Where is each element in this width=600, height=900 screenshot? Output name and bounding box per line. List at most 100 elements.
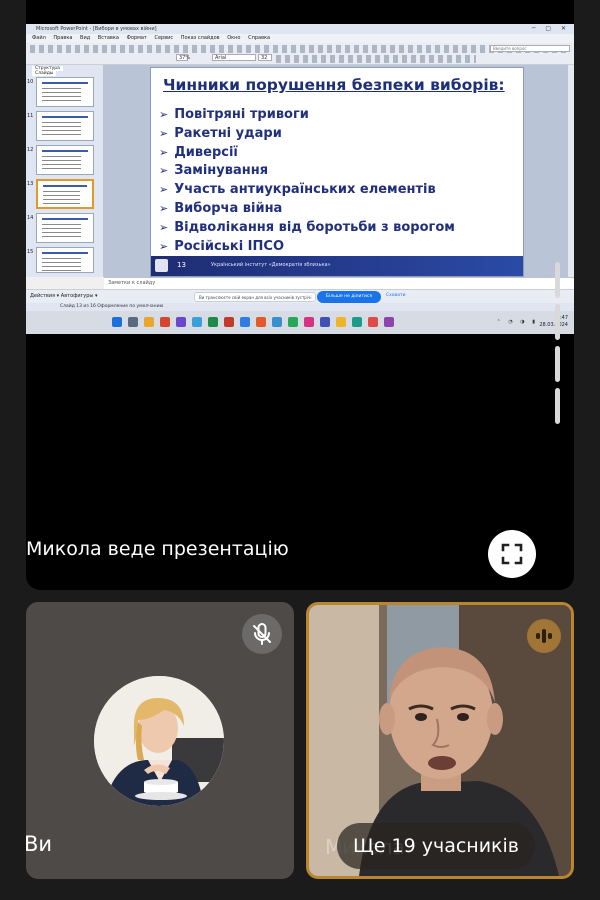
thumb-number: 10: [27, 79, 34, 85]
powerpoint-icon: [256, 317, 266, 327]
slide-thumbnail: [36, 213, 94, 243]
bullet-text: Повітряні тривоги: [174, 107, 309, 122]
menu-item: Справка: [248, 35, 271, 41]
slide-editing-area: Чинники порушення безпеки виборів: ➢ Пові…: [104, 65, 574, 277]
menu-item: Формат: [126, 35, 147, 41]
arrow-bullet-icon: ➢: [159, 126, 169, 140]
app-icon: [224, 317, 234, 327]
slide-thumbnail: [36, 145, 94, 175]
slide-thumbnail: [36, 77, 94, 107]
browser-icon: [160, 317, 170, 327]
app-icon: [272, 317, 282, 327]
bullet-item: ➢ Повітряні тривоги: [159, 106, 455, 125]
institute-logo-icon: [155, 259, 168, 272]
app-icon: [352, 317, 362, 327]
toolbar-format-icons: [276, 55, 476, 63]
drawing-actions: Действия ▾ Автофигуры ▾: [30, 293, 98, 299]
self-video-tile[interactable]: [26, 602, 294, 879]
clock-time: 9:47: [556, 315, 568, 321]
zoom-field: 37%: [176, 54, 190, 61]
ppt-title-bar: Microsoft PowerPoint - [Вибори в умовах …: [26, 24, 574, 34]
app-icon: [368, 317, 378, 327]
bullet-item: ➢ Диверсії: [159, 144, 455, 163]
notes-pane: Заметки к слайду: [104, 277, 574, 289]
fullscreen-icon: [501, 543, 523, 565]
more-participants-button[interactable]: Ще 19 учасників: [337, 823, 536, 869]
ppt-window-title: Microsoft PowerPoint - [Вибори в умовах …: [36, 26, 157, 32]
slide-bullet-list: ➢ Повітряні тривоги ➢ Ракетні удари ➢ Дивер…: [159, 106, 455, 256]
speaking-indicator: [527, 619, 561, 653]
bullet-text: Участь антиукраїнських елементів: [174, 182, 436, 198]
arrow-bullet-icon: ➢: [159, 108, 169, 121]
share-notice: Ви транслюєте свій екран для всіх учасни…: [194, 292, 317, 302]
bullet-text: Російські ІПСО: [174, 238, 284, 254]
explorer-icon: [144, 317, 154, 327]
bullet-text: Ракетні удари: [174, 125, 282, 141]
meet-scroll-indicator: [555, 262, 560, 430]
app-icon: [320, 317, 330, 327]
footer-caption: Український інститут «Демократія зблизьк…: [211, 262, 331, 268]
shared-screen-content: Microsoft PowerPoint - [Вибори в умовах …: [26, 24, 574, 334]
current-slide: Чинники порушення безпеки виборів: ➢ Пові…: [150, 67, 524, 277]
slide-thumbnail-selected: [36, 179, 94, 209]
bullet-text: Виборча війна: [174, 200, 283, 216]
ppt-menu-bar: Файл Правка Вид Вставка Формат Сервис По…: [26, 34, 574, 43]
app-icon: [336, 317, 346, 327]
slide-number: 13: [177, 261, 186, 269]
toolbar-icons-row: [30, 45, 570, 53]
windows-taskbar: ⌃ ◔ ◑ ▮ 9:47 28.03.2024: [26, 311, 574, 334]
bullet-item: ➢ Участь антиукраїнських елементів: [159, 181, 455, 200]
mic-off-icon: [253, 623, 271, 645]
menu-item: Сервис: [154, 35, 174, 41]
app-icon: [240, 317, 250, 327]
window-controls-icon: ─ ▢ ✕: [531, 25, 570, 32]
slide-thumbnail: [36, 111, 94, 141]
menu-item: Вид: [80, 35, 91, 41]
menu-item: Вставка: [97, 35, 119, 41]
clock-date: 28.03.2024: [539, 322, 568, 328]
presenter-label: Микола веде презентацію: [26, 538, 289, 560]
arrow-bullet-icon: ➢: [159, 201, 169, 215]
mic-off-indicator: [242, 614, 282, 654]
thumb-number: 15: [27, 249, 34, 255]
menu-item: Окно: [227, 35, 241, 41]
slide-title: Чинники порушення безпеки виборів:: [163, 76, 505, 94]
bullet-item: ➢ Російські ІПСО: [159, 238, 455, 257]
thumb-number: 12: [27, 147, 34, 153]
menu-item: Показ слайдов: [180, 35, 220, 41]
font-name-field: Arial: [212, 54, 256, 61]
avatar-photo: [94, 676, 224, 806]
thumb-number: 14: [27, 215, 34, 221]
bullet-item: ➢ Відволікання від боротьби з ворогом: [159, 219, 455, 238]
thumb-number: 13: [27, 181, 34, 187]
slide-footer-band: 13 Український інститут «Демократія збли…: [151, 256, 523, 276]
font-size-field: 32: [258, 54, 272, 61]
app-icon: [304, 317, 314, 327]
bullet-item: ➢ Ракетні удари: [159, 125, 455, 144]
arrow-bullet-icon: ➢: [159, 164, 169, 178]
arrow-bullet-icon: ➢: [159, 145, 169, 159]
bullet-text: Диверсії: [174, 144, 238, 160]
hide-notice-link: Сховати: [386, 293, 406, 298]
arrow-bullet-icon: ➢: [159, 220, 169, 234]
arrow-bullet-icon: ➢: [159, 183, 169, 197]
bullet-item: ➢ Виборча війна: [159, 200, 455, 219]
thumb-number: 11: [27, 113, 34, 119]
slide-thumbnail: [36, 247, 94, 273]
teams-icon: [176, 317, 186, 327]
ppt-status-bar: Слайд 13 из 16 Оформление по умолчанию: [26, 303, 574, 311]
search-icon: [128, 317, 138, 327]
shared-screen-tile[interactable]: Microsoft PowerPoint - [Вибори в умовах …: [26, 0, 574, 590]
bullet-text: Замінування: [174, 163, 269, 179]
fullscreen-button[interactable]: [488, 530, 536, 578]
tab-slides: Слайды: [32, 71, 57, 76]
self-name-label: Ви: [24, 832, 53, 856]
app-icon: [192, 317, 202, 327]
bullet-text: Відволікання від боротьби з ворогом: [174, 219, 455, 235]
arrow-bullet-icon: ➢: [159, 239, 169, 253]
taskbar-clock: 9:47 28.03.2024: [539, 315, 568, 329]
speaker-video-tile[interactable]: Микола Ще 19 учасників: [306, 602, 574, 879]
ppt-vertical-scrollbar: [568, 65, 574, 277]
avatar: [94, 676, 224, 806]
system-tray-icon: ⌃ ◔ ◑ ▮: [496, 319, 538, 325]
